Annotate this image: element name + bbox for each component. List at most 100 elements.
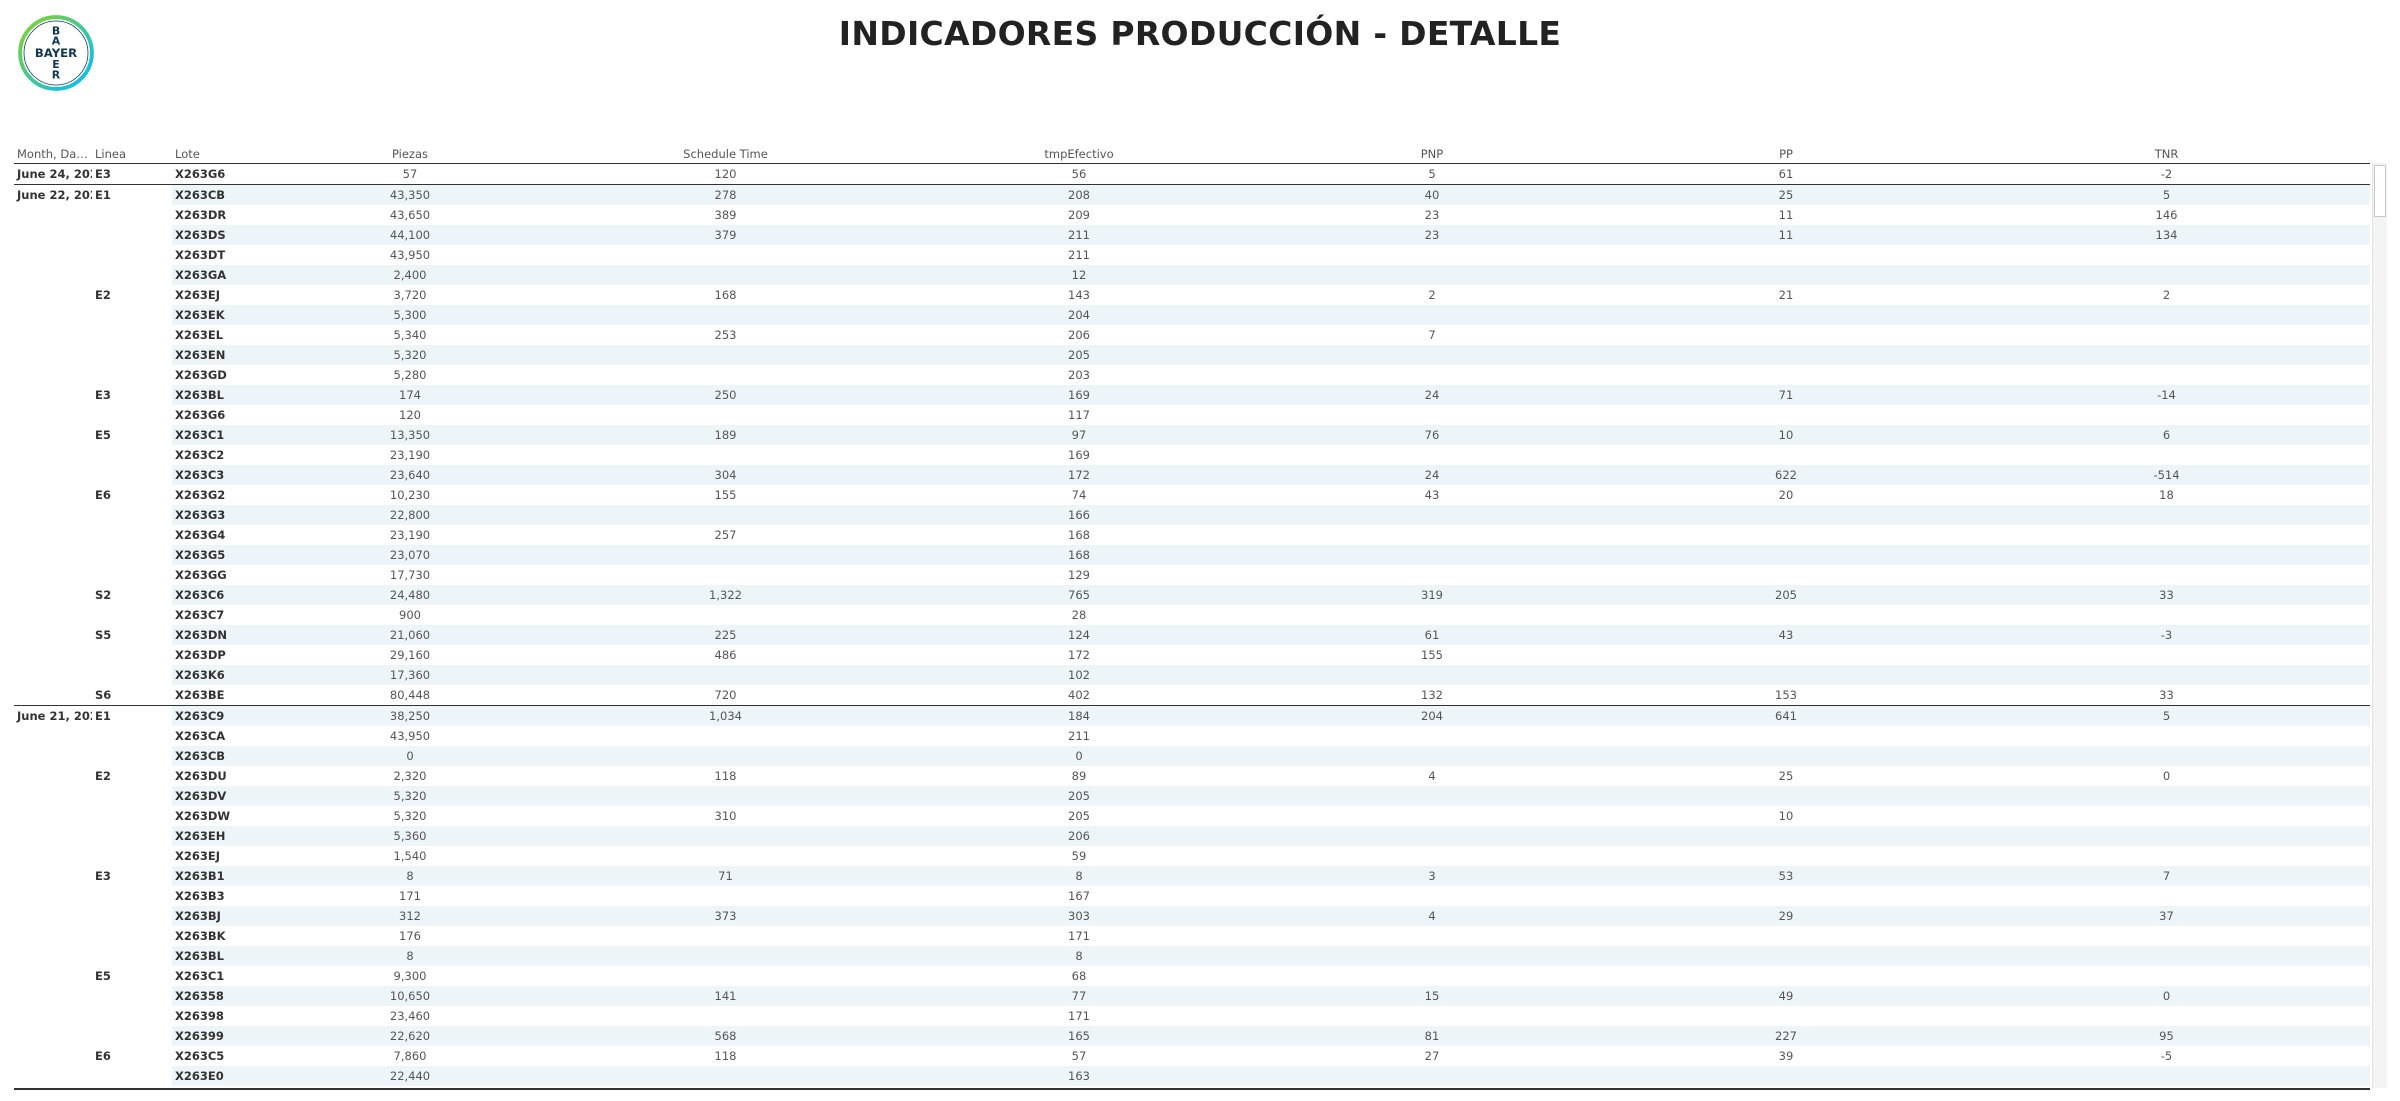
pnp-cell	[1255, 565, 1609, 585]
table-row[interactable]: X263CA 43,950 211	[14, 726, 2370, 746]
column-header-pp[interactable]: PP	[1609, 145, 1963, 164]
lote-cell: X263G6	[175, 408, 226, 422]
tnr-cell: 0	[1963, 986, 2370, 1006]
tnr-cell	[1963, 445, 2370, 465]
lote-cell: X263B3	[175, 889, 225, 903]
table-row[interactable]: E2 X263EJ 3,720 168 143 2 21 2	[14, 285, 2370, 305]
table-body: June 24, 2024E3X263G65712056561-2June 22…	[14, 164, 2370, 1086]
table-row[interactable]: X263CB 0 0	[14, 746, 2370, 766]
table-row[interactable]: E6 X263C5 7,860 118 57 27 39 -5	[14, 1046, 2370, 1066]
table-row[interactable]: X263E0 22,440 163	[14, 1066, 2370, 1086]
table-row[interactable]: X263C7 900 28	[14, 605, 2370, 625]
table-row[interactable]: E3 X263BL 174 250 169 24 71 -14	[14, 385, 2370, 405]
table-row[interactable]: S5 X263DN 21,060 225 124 61 43 -3	[14, 625, 2370, 645]
scrollbar-thumb[interactable]	[2374, 165, 2386, 217]
column-header-lote[interactable]: Lote	[172, 145, 272, 164]
table-row[interactable]: X263BJ 312 373 303 4 29 37	[14, 906, 2370, 926]
table-row[interactable]: X263GG 17,730 129	[14, 565, 2370, 585]
table-row[interactable]: X263DS 44,100 379 211 23 11 134	[14, 225, 2370, 245]
tmp-efectivo-cell: 0	[903, 746, 1255, 766]
pnp-cell: 61	[1255, 625, 1609, 645]
pp-cell	[1609, 445, 1963, 465]
table-row[interactable]: S2 X263C6 24,480 1,322 765 319 205 33	[14, 585, 2370, 605]
linea-cell	[92, 445, 172, 465]
piezas-cell: 23,190	[389, 448, 431, 462]
linea-cell	[92, 946, 172, 966]
table-row[interactable]: X263G6 120 117	[14, 405, 2370, 425]
table-row[interactable]: X263B3 171 167	[14, 886, 2370, 906]
table-row[interactable]: X263DP 29,160 486 172 155	[14, 645, 2370, 665]
piezas-cell: 176	[399, 929, 421, 943]
tmp-efectivo-cell: 303	[903, 906, 1255, 926]
table-row[interactable]: X263G3 22,800 166	[14, 505, 2370, 525]
table-row[interactable]: X26358 10,650 141 77 15 49 0	[14, 986, 2370, 1006]
table-row[interactable]: E5 X263C1 13,350 189 97 76 10 6	[14, 425, 2370, 445]
table-row[interactable]: X263C3 23,640 304 172 24 622 -514	[14, 465, 2370, 485]
table-row[interactable]: X263DW 5,320 310 205 10	[14, 806, 2370, 826]
piezas-cell: 2,400	[272, 265, 548, 285]
table-row[interactable]: X263EJ 1,540 59	[14, 846, 2370, 866]
lote-cell: X263B1	[172, 866, 272, 886]
schedule-time-cell: 189	[548, 425, 903, 445]
table-row[interactable]: X263GD 5,280 203	[14, 365, 2370, 385]
table-row[interactable]: X263C2 23,190 169	[14, 445, 2370, 465]
table-row[interactable]: E3 X263B1 8 71 8 3 53 7	[14, 866, 2370, 886]
table-row[interactable]: E2 X263DU 2,320 118 89 4 25 0	[14, 766, 2370, 786]
linea-cell	[92, 1026, 172, 1046]
pnp-cell: 24	[1255, 385, 1609, 405]
table-row[interactable]: X263G4 23,190 257 168	[14, 525, 2370, 545]
pp-cell: 11	[1609, 225, 1963, 245]
pp-cell	[1609, 1006, 1963, 1026]
table-row[interactable]: X263GA 2,400 12	[14, 265, 2370, 285]
pp-cell	[1609, 525, 1963, 545]
piezas-cell: 43,350	[272, 184, 548, 205]
table-row[interactable]: E6 X263G2 10,230 155 74 43 20 18	[14, 485, 2370, 505]
table-row[interactable]: X263EK 5,300 204	[14, 305, 2370, 325]
table-row[interactable]: X26399 22,620 568 165 81 227 95	[14, 1026, 2370, 1046]
schedule-time-cell	[548, 305, 903, 325]
column-header-tmp-efectivo[interactable]: tmpEfectivo	[903, 145, 1255, 164]
piezas-cell: 22,620	[272, 1026, 548, 1046]
piezas-cell: 80,448	[389, 688, 431, 702]
pnp-cell: 5	[1428, 167, 1436, 181]
table-row[interactable]: June 22, 2024E1X263CB43,35027820840255	[14, 184, 2370, 205]
table-row[interactable]: X263BL 8 8	[14, 946, 2370, 966]
schedule-time-cell: 141	[548, 986, 903, 1006]
table-row[interactable]: X26398 23,460 171	[14, 1006, 2370, 1026]
table-row[interactable]: X263BK 176 171	[14, 926, 2370, 946]
column-header-tnr[interactable]: TNR	[1963, 145, 2370, 164]
table-row[interactable]: X263K6 17,360 102	[14, 665, 2370, 685]
table-row[interactable]: E5 X263C1 9,300 68	[14, 966, 2370, 986]
table-row[interactable]: X263EL 5,340 253 206 7	[14, 325, 2370, 345]
pp-cell: 25	[1609, 184, 1963, 205]
column-header-pnp[interactable]: PNP	[1255, 145, 1609, 164]
table-row[interactable]: X263G5 23,070 168	[14, 545, 2370, 565]
piezas-cell: 174	[272, 385, 548, 405]
table-row[interactable]: X263DR 43,650 389 209 23 11 146	[14, 205, 2370, 225]
column-header-linea[interactable]: Linea	[92, 145, 172, 164]
lote-cell: X263CB	[172, 184, 272, 205]
piezas-cell: 3,720	[393, 288, 427, 302]
lote-cell: X263G3	[172, 505, 272, 525]
table-row[interactable]: June 21, 2024E1X263C938,2501,03418420464…	[14, 705, 2370, 726]
piezas-cell: 5,340	[393, 328, 427, 342]
schedule-time-cell	[548, 565, 903, 585]
table-row[interactable]: X263DV 5,320 205	[14, 786, 2370, 806]
vertical-scrollbar[interactable]	[2372, 163, 2387, 1088]
column-header-schedule-time[interactable]: Schedule Time	[548, 145, 903, 164]
table-row[interactable]: S6 X263BE 80,448 720 402 132 153 33	[14, 685, 2370, 706]
table-row[interactable]: X263EN 5,320 205	[14, 345, 2370, 365]
tmp-efectivo-cell: 124	[903, 625, 1255, 645]
piezas-cell: 17,730	[389, 568, 431, 582]
linea-cell	[92, 1066, 172, 1086]
pp-cell: 25	[1778, 769, 1794, 783]
tmp-efectivo-cell: 129	[1068, 568, 1090, 582]
detail-table-container[interactable]: Month, Day, ... Linea Lote Piezas Schedu…	[14, 145, 2370, 1090]
table-row[interactable]: X263EH 5,360 206	[14, 826, 2370, 846]
table-row[interactable]: June 24, 2024E3 X263G6 57 120 56 5 61 -2	[14, 164, 2370, 185]
column-header-date[interactable]: Month, Day, ...	[14, 145, 92, 164]
table-row[interactable]: X263DT 43,950 211	[14, 245, 2370, 265]
tmp-efectivo-cell: 169	[1068, 448, 1090, 462]
linea-cell	[92, 726, 172, 746]
column-header-piezas[interactable]: Piezas	[272, 145, 548, 164]
